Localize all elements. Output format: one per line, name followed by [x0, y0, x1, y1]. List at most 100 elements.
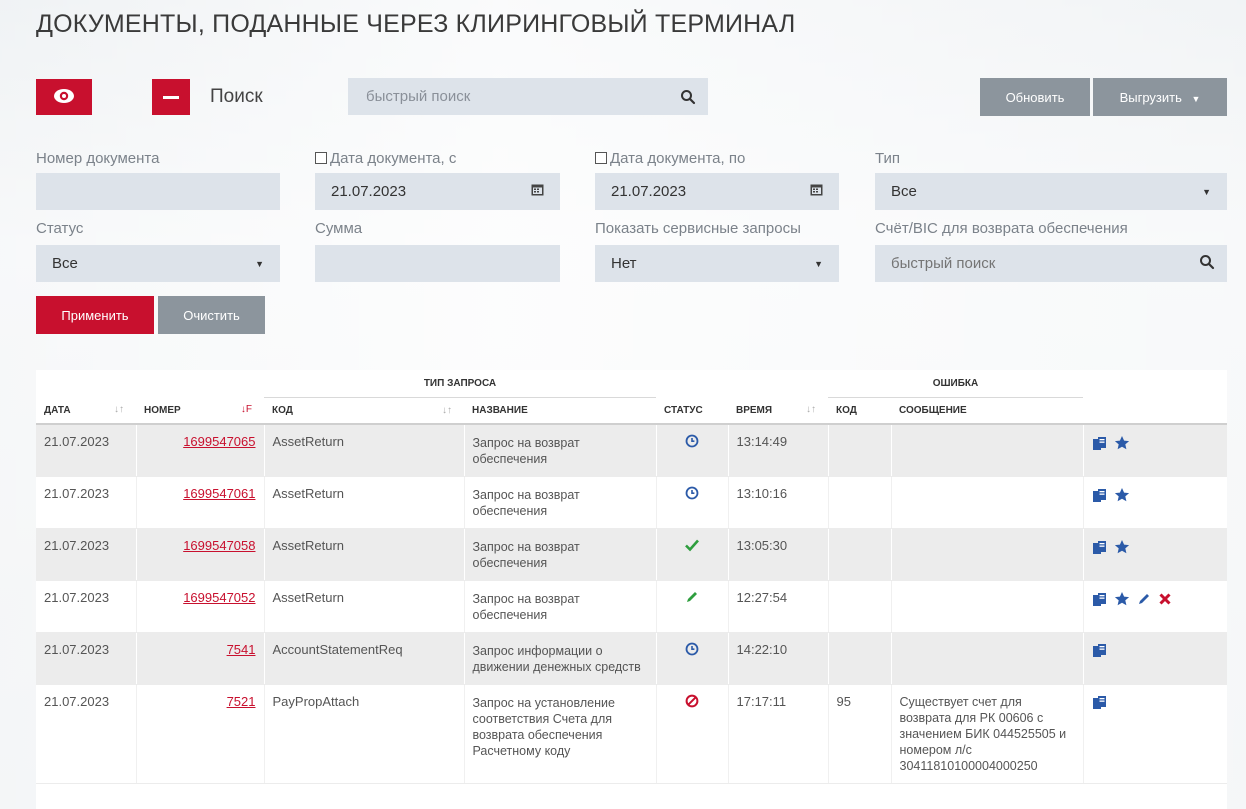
status-check-icon: [684, 539, 700, 555]
cell-message: [890, 632, 1083, 685]
action-pencil-icon[interactable]: [1137, 592, 1151, 609]
quick-search-box: [348, 78, 708, 115]
document-number-link[interactable]: 1699547065: [183, 434, 255, 449]
caret-down-icon: ▼: [1202, 186, 1211, 197]
service-requests-select[interactable]: Нет ▼: [595, 245, 839, 282]
account-search-box: [875, 245, 1227, 282]
apply-button[interactable]: Применить: [36, 296, 154, 334]
action-delete-icon[interactable]: [1158, 592, 1172, 609]
toggle-view-button[interactable]: [36, 79, 92, 115]
document-number-link[interactable]: 1699547058: [183, 538, 255, 553]
cell-code: AssetReturn: [263, 424, 464, 477]
export-button[interactable]: Выгрузить ▼: [1093, 78, 1227, 116]
action-copy-icon[interactable]: [1092, 436, 1107, 454]
sort-desc-icon[interactable]: ↓F: [241, 404, 252, 415]
cell-status: [655, 528, 728, 581]
date-to-label-text: Дата документа, по: [610, 150, 746, 167]
cell-actions: [1082, 580, 1227, 633]
date-to-field[interactable]: 21.07.2023: [595, 173, 839, 210]
col-code[interactable]: КОД ↓↑: [264, 397, 464, 425]
sort-icon[interactable]: ↓↑: [806, 404, 816, 415]
col-time-label: ВРЕМЯ: [736, 404, 773, 416]
date-to-label[interactable]: Дата документа, по: [595, 150, 745, 167]
cell-time: 12:27:54: [727, 580, 828, 633]
group-header-error: ОШИБКА: [828, 370, 1083, 398]
cell-error-code: [827, 632, 891, 685]
status-value: Все: [52, 255, 78, 272]
documents-table: ТИП ЗАПРОСА ОШИБКА ДАТА ↓↑ НОМЕР ↓F КОД ↓↑ …: [36, 370, 1227, 809]
col-message: СООБЩЕНИЕ: [891, 397, 1083, 425]
calendar-icon[interactable]: [531, 183, 544, 200]
quick-search-input[interactable]: [348, 88, 668, 105]
type-label: Тип: [875, 150, 901, 167]
col-date-label: ДАТА: [44, 404, 71, 416]
cell-time: 13:05:30: [727, 528, 828, 581]
cell-message: [890, 424, 1083, 477]
cell-number: 7541: [135, 632, 264, 685]
sort-icon[interactable]: ↓↑: [114, 404, 124, 415]
page-title: ДОКУМЕНТЫ, ПОДАННЫЕ ЧЕРЕЗ КЛИРИНГОВЫЙ ТЕ…: [36, 10, 796, 38]
cell-actions: [1082, 684, 1227, 784]
cell-number: 1699547052: [135, 580, 264, 633]
col-number[interactable]: НОМЕР ↓F: [136, 397, 264, 425]
cell-date: 21.07.2023: [36, 476, 136, 529]
document-number-link[interactable]: 1699547061: [183, 486, 255, 501]
cell-date: 21.07.2023: [36, 528, 136, 581]
cell-message: [890, 528, 1083, 581]
cell-number: 1699547065: [135, 424, 264, 477]
action-copy-icon[interactable]: [1092, 643, 1107, 661]
document-number-link[interactable]: 7541: [227, 642, 256, 657]
cell-time: 13:14:49: [727, 424, 828, 477]
action-star-icon[interactable]: [1114, 539, 1130, 558]
cell-name: Запрос на возврат обеспечения: [463, 528, 656, 581]
action-copy-icon[interactable]: [1092, 540, 1107, 558]
doc-number-field[interactable]: [36, 173, 280, 210]
service-requests-value: Нет: [611, 255, 637, 272]
action-copy-icon[interactable]: [1092, 488, 1107, 506]
header-spacer: [656, 370, 828, 397]
cell-number: 1699547061: [135, 476, 264, 529]
cell-error-code: [827, 580, 891, 633]
calendar-icon[interactable]: [810, 183, 823, 200]
table-row: 21.07.2023 1699547058 AssetReturn Запрос на…: [36, 528, 1227, 581]
refresh-button[interactable]: Обновить: [980, 78, 1090, 116]
sort-icon[interactable]: ↓↑: [442, 405, 452, 416]
col-name: НАЗВАНИЕ: [464, 397, 656, 425]
type-select[interactable]: Все ▼: [875, 173, 1227, 210]
status-label: Статус: [36, 220, 84, 237]
cell-error-code: [827, 528, 891, 581]
col-status: СТАТУС: [656, 397, 728, 425]
group-header-request-type: ТИП ЗАПРОСА: [264, 370, 656, 398]
cell-date: 21.07.2023: [36, 424, 136, 477]
search-icon[interactable]: [1199, 254, 1215, 274]
cell-date: 21.07.2023: [36, 684, 136, 784]
sum-field[interactable]: [315, 245, 560, 282]
date-to-checkbox[interactable]: [595, 152, 607, 164]
export-label: Выгрузить: [1119, 89, 1182, 105]
action-copy-icon[interactable]: [1092, 592, 1107, 610]
cell-actions: [1082, 632, 1227, 685]
document-number-link[interactable]: 1699547052: [183, 590, 255, 605]
cell-actions: [1082, 424, 1227, 477]
cell-date: 21.07.2023: [36, 632, 136, 685]
action-star-icon[interactable]: [1114, 591, 1130, 610]
date-from-field[interactable]: 21.07.2023: [315, 173, 560, 210]
col-time[interactable]: ВРЕМЯ ↓↑: [728, 397, 828, 425]
col-actions: [1083, 397, 1227, 425]
cell-code: PayPropAttach: [263, 684, 464, 784]
date-from-label[interactable]: Дата документа, с: [315, 150, 456, 167]
status-select[interactable]: Все ▼: [36, 245, 280, 282]
action-star-icon[interactable]: [1114, 487, 1130, 506]
action-star-icon[interactable]: [1114, 435, 1130, 454]
account-search-input[interactable]: [891, 255, 1199, 272]
sum-label: Сумма: [315, 220, 363, 237]
action-copy-icon[interactable]: [1092, 695, 1107, 713]
col-date[interactable]: ДАТА ↓↑: [36, 397, 136, 425]
clear-button[interactable]: Очистить: [158, 296, 265, 334]
date-from-checkbox[interactable]: [315, 152, 327, 164]
collapse-search-button[interactable]: [152, 79, 190, 115]
table-row: 21.07.2023 1699547061 AssetReturn Запрос на…: [36, 476, 1227, 529]
document-number-link[interactable]: 7521: [227, 694, 256, 709]
search-icon[interactable]: [668, 89, 708, 105]
cell-number: 7521: [135, 684, 264, 784]
